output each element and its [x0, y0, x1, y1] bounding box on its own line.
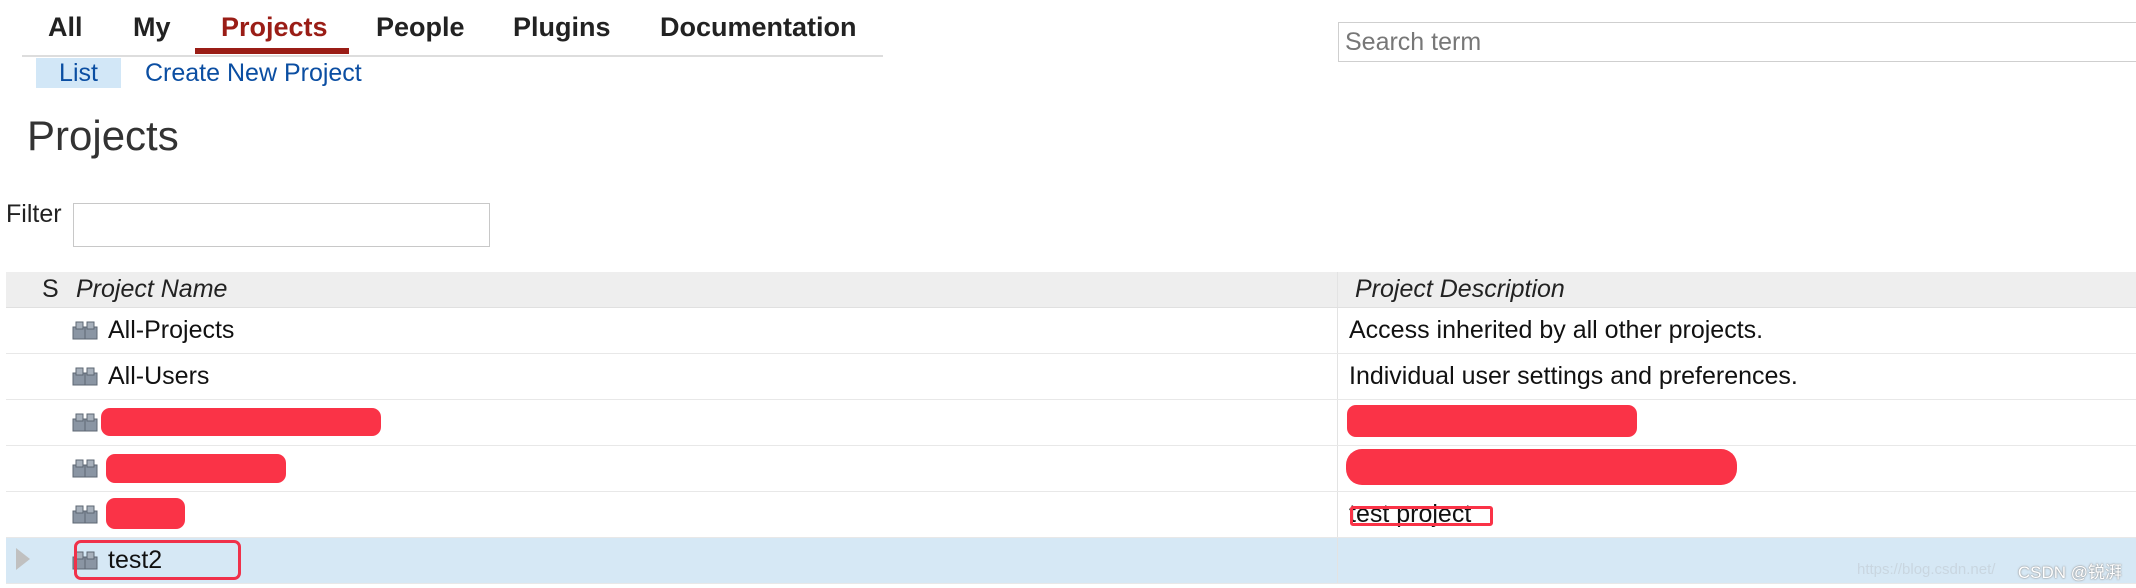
subnav-list-link[interactable]: List [36, 58, 121, 88]
project-icon [72, 459, 98, 478]
project-description: Individual user settings and preferences… [1349, 362, 1798, 390]
column-divider [1337, 400, 1338, 445]
column-header-state: S [42, 275, 59, 303]
top-nav: All My Projects People Plugins Documenta… [22, 0, 883, 57]
column-divider [1337, 272, 1338, 307]
page-title: Projects [27, 112, 179, 159]
watermark: CSDN @锐湃 [2017, 563, 2122, 582]
tab-people[interactable]: People [376, 12, 465, 43]
column-divider [1337, 354, 1338, 399]
column-divider [1337, 446, 1338, 491]
redaction-mark [1346, 449, 1737, 485]
table-row[interactable] [6, 446, 2136, 492]
column-header-project-description[interactable]: Project Description [1355, 272, 1565, 307]
tab-plugins[interactable]: Plugins [513, 12, 611, 43]
search-input[interactable] [1338, 22, 2136, 62]
project-icon [72, 413, 98, 432]
table-row[interactable]: test project [6, 492, 2136, 538]
create-new-project-link[interactable]: Create New Project [145, 58, 362, 88]
tab-my[interactable]: My [133, 12, 171, 43]
watermark-url: https://blog.csdn.net/ [1857, 561, 1996, 578]
table-row-selected[interactable]: test2 [6, 538, 2136, 584]
project-description: Access inherited by all other projects. [1349, 316, 1764, 344]
redaction-mark [106, 498, 185, 529]
row-pointer-icon [16, 548, 30, 570]
project-name-link[interactable]: All-Projects [108, 316, 234, 345]
table-row[interactable] [6, 400, 2136, 446]
table-row[interactable]: All-Users Individual user settings and p… [6, 354, 2136, 400]
project-icon [72, 367, 98, 386]
annotation-highlight-box [74, 540, 241, 580]
redaction-mark [101, 408, 381, 436]
filter-label: Filter [6, 200, 62, 228]
tab-projects[interactable]: Projects [221, 12, 328, 43]
table-header: S Project Name Project Description [6, 272, 2136, 308]
project-icon [72, 321, 98, 340]
table-row[interactable]: All-Projects Access inherited by all oth… [6, 308, 2136, 354]
tab-documentation[interactable]: Documentation [660, 12, 857, 43]
redaction-mark [106, 454, 286, 483]
column-divider [1337, 492, 1338, 537]
active-tab-indicator [195, 48, 349, 54]
projects-table: S Project Name Project Description All-P… [6, 272, 2136, 584]
tab-all[interactable]: All [48, 12, 83, 43]
filter-input[interactable] [73, 203, 490, 247]
column-divider [1337, 538, 1338, 583]
project-icon [72, 505, 98, 524]
redaction-outline [1350, 506, 1493, 526]
column-header-project-name[interactable]: Project Name [76, 272, 227, 307]
project-name-link[interactable]: All-Users [108, 362, 209, 391]
column-divider [1337, 308, 1338, 353]
redaction-mark [1347, 405, 1637, 437]
